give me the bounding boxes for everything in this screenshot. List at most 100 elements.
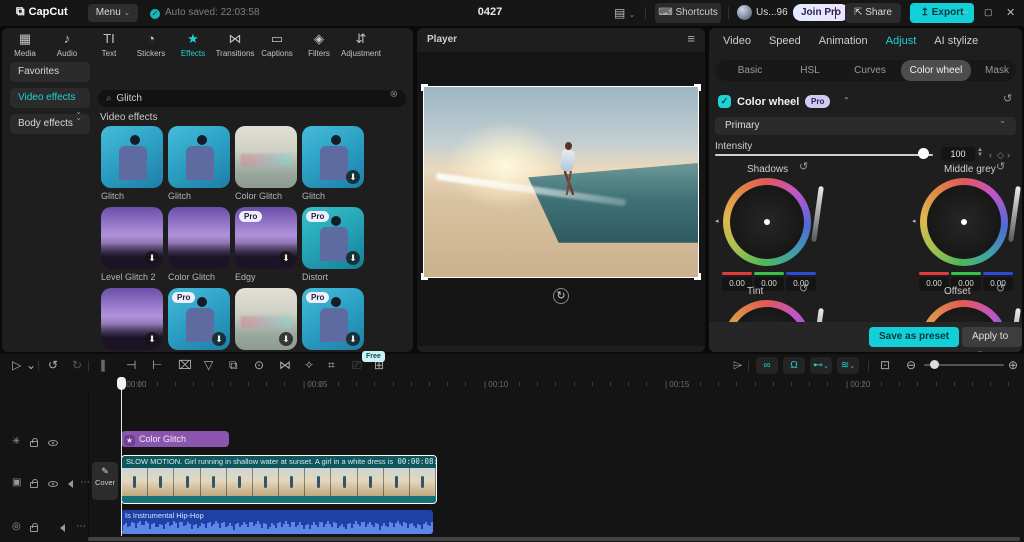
download-icon[interactable]: ⬇ xyxy=(279,332,293,346)
timeline-ruler[interactable]: | 00:00| 00:05| 00:10| 00:15| 00:20 xyxy=(0,378,1024,393)
wheel-center-dot[interactable] xyxy=(764,219,770,225)
download-icon[interactable]: ⬇ xyxy=(346,332,360,346)
speaker-icon[interactable] xyxy=(56,524,65,532)
effect-card[interactable]: Pro⬇Edgy xyxy=(235,207,297,282)
reset-icon[interactable]: ↺ xyxy=(799,162,808,173)
wheel-arrow-left[interactable]: ◂ xyxy=(715,218,719,225)
download-icon[interactable]: ⬇ xyxy=(279,251,293,265)
audio-track-icon[interactable]: ◎ xyxy=(12,522,21,532)
luminance-slider[interactable] xyxy=(1008,186,1021,242)
effect-card[interactable]: ⬇Level Glitch xyxy=(101,288,163,352)
selection-handle[interactable] xyxy=(421,84,428,91)
auto-match-icon[interactable]: ≋⌄ xyxy=(837,357,859,374)
more-icon[interactable]: ⋯ xyxy=(76,522,86,532)
effect-card[interactable]: ⬇Glitch xyxy=(302,126,364,201)
tab-effects[interactable]: ★Effects xyxy=(172,32,214,62)
mic-icon[interactable]: ⌲ xyxy=(733,359,742,371)
download-icon[interactable]: ⬇ xyxy=(145,251,159,265)
magnet-icon[interactable]: Ω xyxy=(783,357,805,374)
wheel-center-dot[interactable] xyxy=(961,219,967,225)
subtab-basic[interactable]: Basic xyxy=(725,60,775,81)
reset-icon[interactable]: ↺ xyxy=(996,284,1005,295)
replace-icon[interactable]: ⎚ xyxy=(352,359,362,371)
avatar[interactable] xyxy=(737,5,752,20)
split-icon[interactable]: ∥ xyxy=(100,359,106,371)
effect-thumbnail[interactable]: ⬇ xyxy=(302,126,364,188)
lock-icon[interactable] xyxy=(30,441,38,447)
color-wheel-middle-grey[interactable]: ◂▸ xyxy=(920,178,1008,266)
luminance-slider[interactable] xyxy=(811,186,824,242)
share-button[interactable]: ⇱ Share xyxy=(845,3,901,23)
effect-track-icon[interactable]: ✳ xyxy=(12,437,20,447)
overlay-icon[interactable]: ⧉ xyxy=(229,359,238,371)
split-right-icon[interactable]: ⊢ xyxy=(152,359,162,371)
shortcuts-button[interactable]: ⌨ Shortcuts xyxy=(655,3,721,23)
tab-speed[interactable]: Speed xyxy=(769,35,801,47)
search-bar[interactable]: ⌕ ⊗ xyxy=(98,90,406,107)
tab-ai-stylize[interactable]: AI stylize xyxy=(934,35,978,47)
crop-icon[interactable]: ⌗ xyxy=(328,359,335,371)
effect-thumbnail[interactable] xyxy=(235,126,297,188)
effect-card[interactable]: Color Glitch xyxy=(168,207,230,282)
reset-icon[interactable]: ↺ xyxy=(799,284,808,295)
clear-icon[interactable]: ⊗ xyxy=(390,90,398,100)
download-icon[interactable]: ⬇ xyxy=(346,170,360,184)
shape-icon[interactable]: ✧ xyxy=(304,359,314,371)
lock-icon[interactable] xyxy=(30,482,38,488)
preview-axis-icon[interactable]: ⊡ xyxy=(880,359,890,371)
workspace-layout-icon[interactable]: ▤ ⌄ xyxy=(614,6,635,20)
tab-transitions[interactable]: ⋈Transitions xyxy=(214,32,256,62)
download-icon[interactable]: ⬇ xyxy=(145,332,159,346)
effect-card[interactable]: Pro⬇Bad TV xyxy=(302,288,364,352)
cover-button[interactable]: ✎ Cover xyxy=(92,462,118,500)
reset-icon[interactable]: ↺ xyxy=(996,162,1005,173)
category-body-effects[interactable]: Body effects⌄ xyxy=(10,114,90,134)
cursor-icon[interactable]: ▷ xyxy=(12,359,21,371)
user-name[interactable]: Us...96 xyxy=(756,7,788,18)
selection-handle[interactable] xyxy=(694,84,701,91)
search-input[interactable] xyxy=(114,92,374,105)
eye-icon[interactable] xyxy=(48,440,58,446)
effect-thumbnail[interactable]: ⬇ xyxy=(101,288,163,350)
category-favorites[interactable]: Favorites xyxy=(10,62,90,82)
tab-animation[interactable]: Animation xyxy=(819,35,868,47)
join-pro-badge[interactable]: Join Pro xyxy=(793,4,849,21)
split-left-icon[interactable]: ⊣ xyxy=(126,359,136,371)
chevron-down-icon[interactable]: ⌄ xyxy=(26,359,36,371)
effect-thumbnail[interactable] xyxy=(168,207,230,269)
audio-clip[interactable]: Is Instrumental Hip-Hop xyxy=(121,510,433,534)
color-wheel-checkbox[interactable]: ✓ xyxy=(718,95,731,108)
speed-icon[interactable]: ⊙ xyxy=(254,359,264,371)
minimize-button[interactable]: – xyxy=(962,6,968,18)
intensity-value[interactable]: 100 xyxy=(941,147,975,161)
mirror-icon[interactable]: ⋈ xyxy=(279,359,291,371)
effect-clip[interactable]: ★Color Glitch xyxy=(121,431,229,447)
apply-to-all-button[interactable]: Apply to all xyxy=(962,327,1022,347)
hamburger-icon[interactable]: ≡ xyxy=(687,32,695,45)
menu-button[interactable]: Menu ⌄ xyxy=(88,4,138,22)
selection-handle[interactable] xyxy=(694,273,701,280)
tab-text[interactable]: TIText xyxy=(88,32,130,62)
tab-captions[interactable]: ▭Captions xyxy=(256,32,298,62)
tab-video[interactable]: Video xyxy=(723,35,751,47)
download-icon[interactable]: ⬇ xyxy=(346,251,360,265)
subtab-color-wheel[interactable]: Color wheel xyxy=(901,60,971,81)
stepper-icon[interactable]: ▲▼ xyxy=(977,148,983,158)
primary-dropdown[interactable]: Primary⌄ xyxy=(715,117,1016,135)
collapse-chevron-icon[interactable]: ⌃ xyxy=(843,97,850,105)
wheel-arrow-left[interactable]: ◂ xyxy=(912,218,916,225)
effect-thumbnail[interactable]: ⬇ xyxy=(101,207,163,269)
subtab-hsl[interactable]: HSL xyxy=(785,60,835,81)
effect-thumbnail[interactable]: ⬇ xyxy=(235,288,297,350)
lock-icon[interactable] xyxy=(30,526,38,532)
subtab-curves[interactable]: Curves xyxy=(845,60,895,81)
tab-filters[interactable]: ◈Filters xyxy=(298,32,340,62)
keyframe-icon[interactable]: ◇ xyxy=(997,150,1004,161)
effect-card[interactable]: Pro⬇Distort xyxy=(302,207,364,282)
video-preview[interactable] xyxy=(424,87,698,277)
effect-card[interactable]: ⬇Level Glitch 2 xyxy=(101,207,163,282)
save-as-preset-button[interactable]: Save as preset xyxy=(869,327,959,347)
effect-card[interactable]: Glitch xyxy=(168,126,230,201)
effect-thumbnail[interactable]: Pro⬇ xyxy=(235,207,297,269)
mask-icon[interactable]: ▽ xyxy=(204,359,213,371)
